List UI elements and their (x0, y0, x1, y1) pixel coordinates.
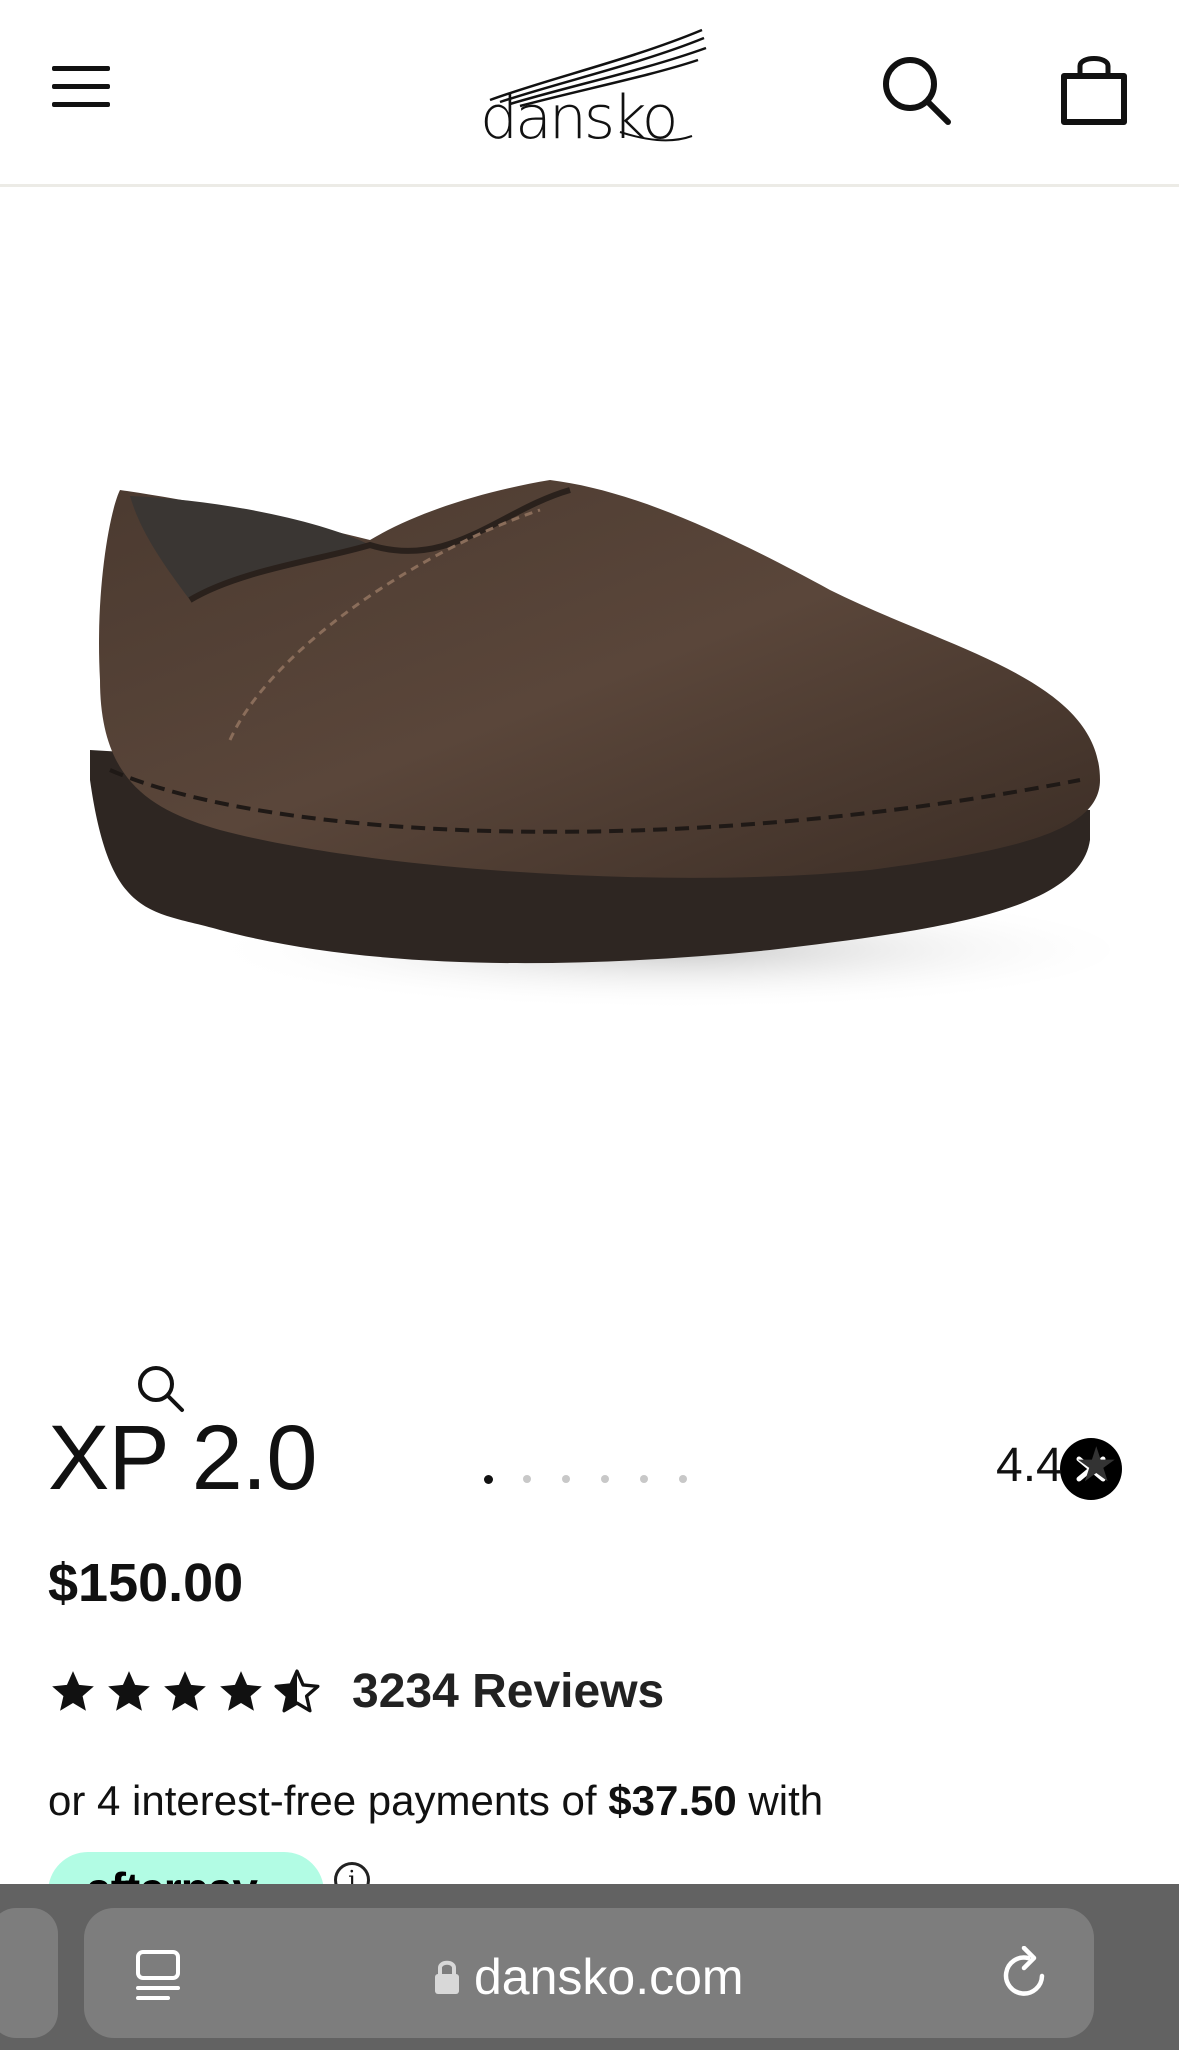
rating-summary[interactable]: 4.4 ★ (996, 1442, 1118, 1490)
carousel-dot[interactable] (675, 1472, 714, 1486)
carousel-dot[interactable] (597, 1472, 636, 1486)
reader-icon[interactable] (134, 1948, 184, 2004)
site-header: dansko (0, 0, 1179, 187)
star-filled-icon (220, 1670, 262, 1711)
reviews-link[interactable]: 3234 Reviews (352, 1664, 664, 1719)
menu-line (52, 66, 110, 71)
hamburger-icon[interactable] (48, 62, 112, 112)
carousel-dot[interactable] (636, 1472, 675, 1486)
carousel-dot[interactable] (480, 1472, 519, 1486)
url-display[interactable]: dansko.com (434, 1948, 744, 2006)
rating-value: 4.4 (996, 1439, 1063, 1492)
product-gallery[interactable] (0, 190, 1179, 1500)
product-title: XP 2.0 (48, 1407, 318, 1509)
previous-tab[interactable] (0, 1908, 58, 2038)
carousel-dots (480, 1472, 714, 1486)
installments-amount: $37.50 (608, 1777, 737, 1824)
installments-suffix: with (736, 1777, 824, 1824)
installments-prefix: or 4 interest-free payments of (48, 1777, 609, 1824)
browser-toolbar: dansko.com (0, 1884, 1179, 2050)
star-rating[interactable] (48, 1667, 322, 1717)
carousel-dot[interactable] (558, 1472, 597, 1486)
lock-icon (435, 1960, 459, 1994)
dansko-logo[interactable]: dansko (470, 20, 710, 155)
product-price: $150.00 (48, 1553, 244, 1613)
review-summary: 3234 Reviews (48, 1664, 664, 1719)
menu-line (52, 84, 110, 89)
address-bar[interactable]: dansko.com (84, 1908, 1094, 2038)
star-icon: ★ (1074, 1439, 1118, 1492)
carousel-dot[interactable] (519, 1472, 558, 1486)
star-half-icon (274, 1669, 320, 1712)
product-image[interactable] (70, 450, 1110, 1310)
url-text: dansko.com (474, 1949, 744, 2005)
installments-text: or 4 interest-free payments of $37.50 wi… (48, 1780, 823, 1822)
search-icon[interactable] (876, 50, 956, 130)
star-filled-icon (108, 1670, 150, 1711)
reload-icon[interactable] (998, 1945, 1054, 2006)
star-filled-icon (164, 1670, 206, 1711)
menu-line (52, 102, 110, 107)
shopping-bag-icon[interactable] (1058, 50, 1130, 130)
logo-text: dansko (480, 83, 678, 153)
star-filled-icon (52, 1670, 94, 1711)
